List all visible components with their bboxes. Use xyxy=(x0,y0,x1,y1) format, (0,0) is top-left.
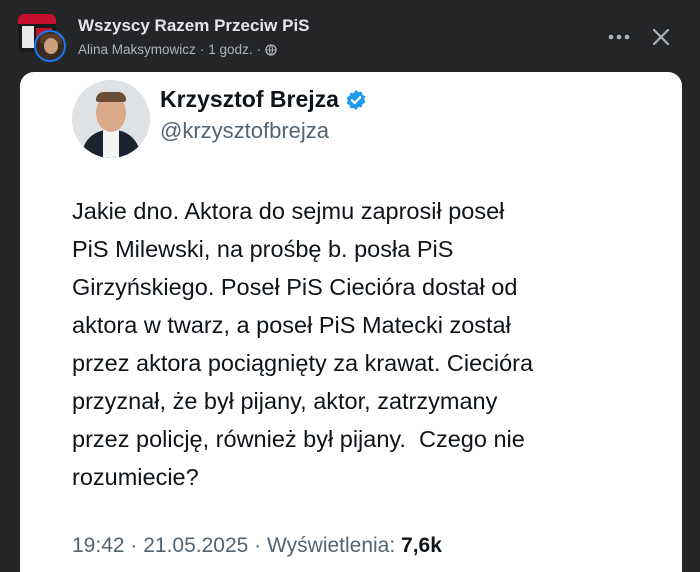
footer-sep-2: · xyxy=(248,534,268,557)
post-header: Wszyscy Razem Przeciw PiS Alina Maksymow… xyxy=(0,0,700,72)
more-horizontal-icon[interactable] xyxy=(604,22,634,52)
author-name-link[interactable]: Alina Maksymowicz xyxy=(78,42,196,57)
post-meta: Alina Maksymowicz · 1 godz. · xyxy=(78,42,277,57)
verified-badge-icon xyxy=(345,89,367,111)
meta-separator-2: · xyxy=(256,42,262,57)
avatar-group[interactable] xyxy=(18,14,66,62)
tweet-author-name-text: Krzysztof Brejza xyxy=(160,86,339,112)
meta-separator: · xyxy=(199,42,205,57)
footer-sep-1: · xyxy=(124,534,144,557)
close-icon[interactable] xyxy=(646,22,676,52)
globe-icon xyxy=(265,43,277,56)
group-name-link[interactable]: Wszyscy Razem Przeciw PiS xyxy=(78,16,310,36)
tweet-views-label: Wyświetlenia: xyxy=(267,534,396,557)
author-avatar[interactable] xyxy=(34,30,66,62)
tweet-author-avatar xyxy=(72,80,150,158)
tweet-screenshot: Krzysztof Brejza @krzysztofbrejza Jakie … xyxy=(20,72,682,572)
tweet-text: Jakie dno. Aktora do sejmu zaprosił pose… xyxy=(72,198,534,490)
tweet-views-count: 7,6k xyxy=(401,534,442,557)
tweet-time: 19:42 xyxy=(72,534,125,557)
tweet-author-handle: @krzysztofbrejza xyxy=(160,118,330,143)
tweet-date: 21.05.2025 xyxy=(143,534,249,557)
tweet-footer: 19:42 · 21.05.2025 · Wyświetlenia: 7,6k xyxy=(72,534,442,558)
tweet-author-name: Krzysztof Brejza xyxy=(160,86,367,113)
post-time-link[interactable]: 1 godz. xyxy=(208,42,252,57)
